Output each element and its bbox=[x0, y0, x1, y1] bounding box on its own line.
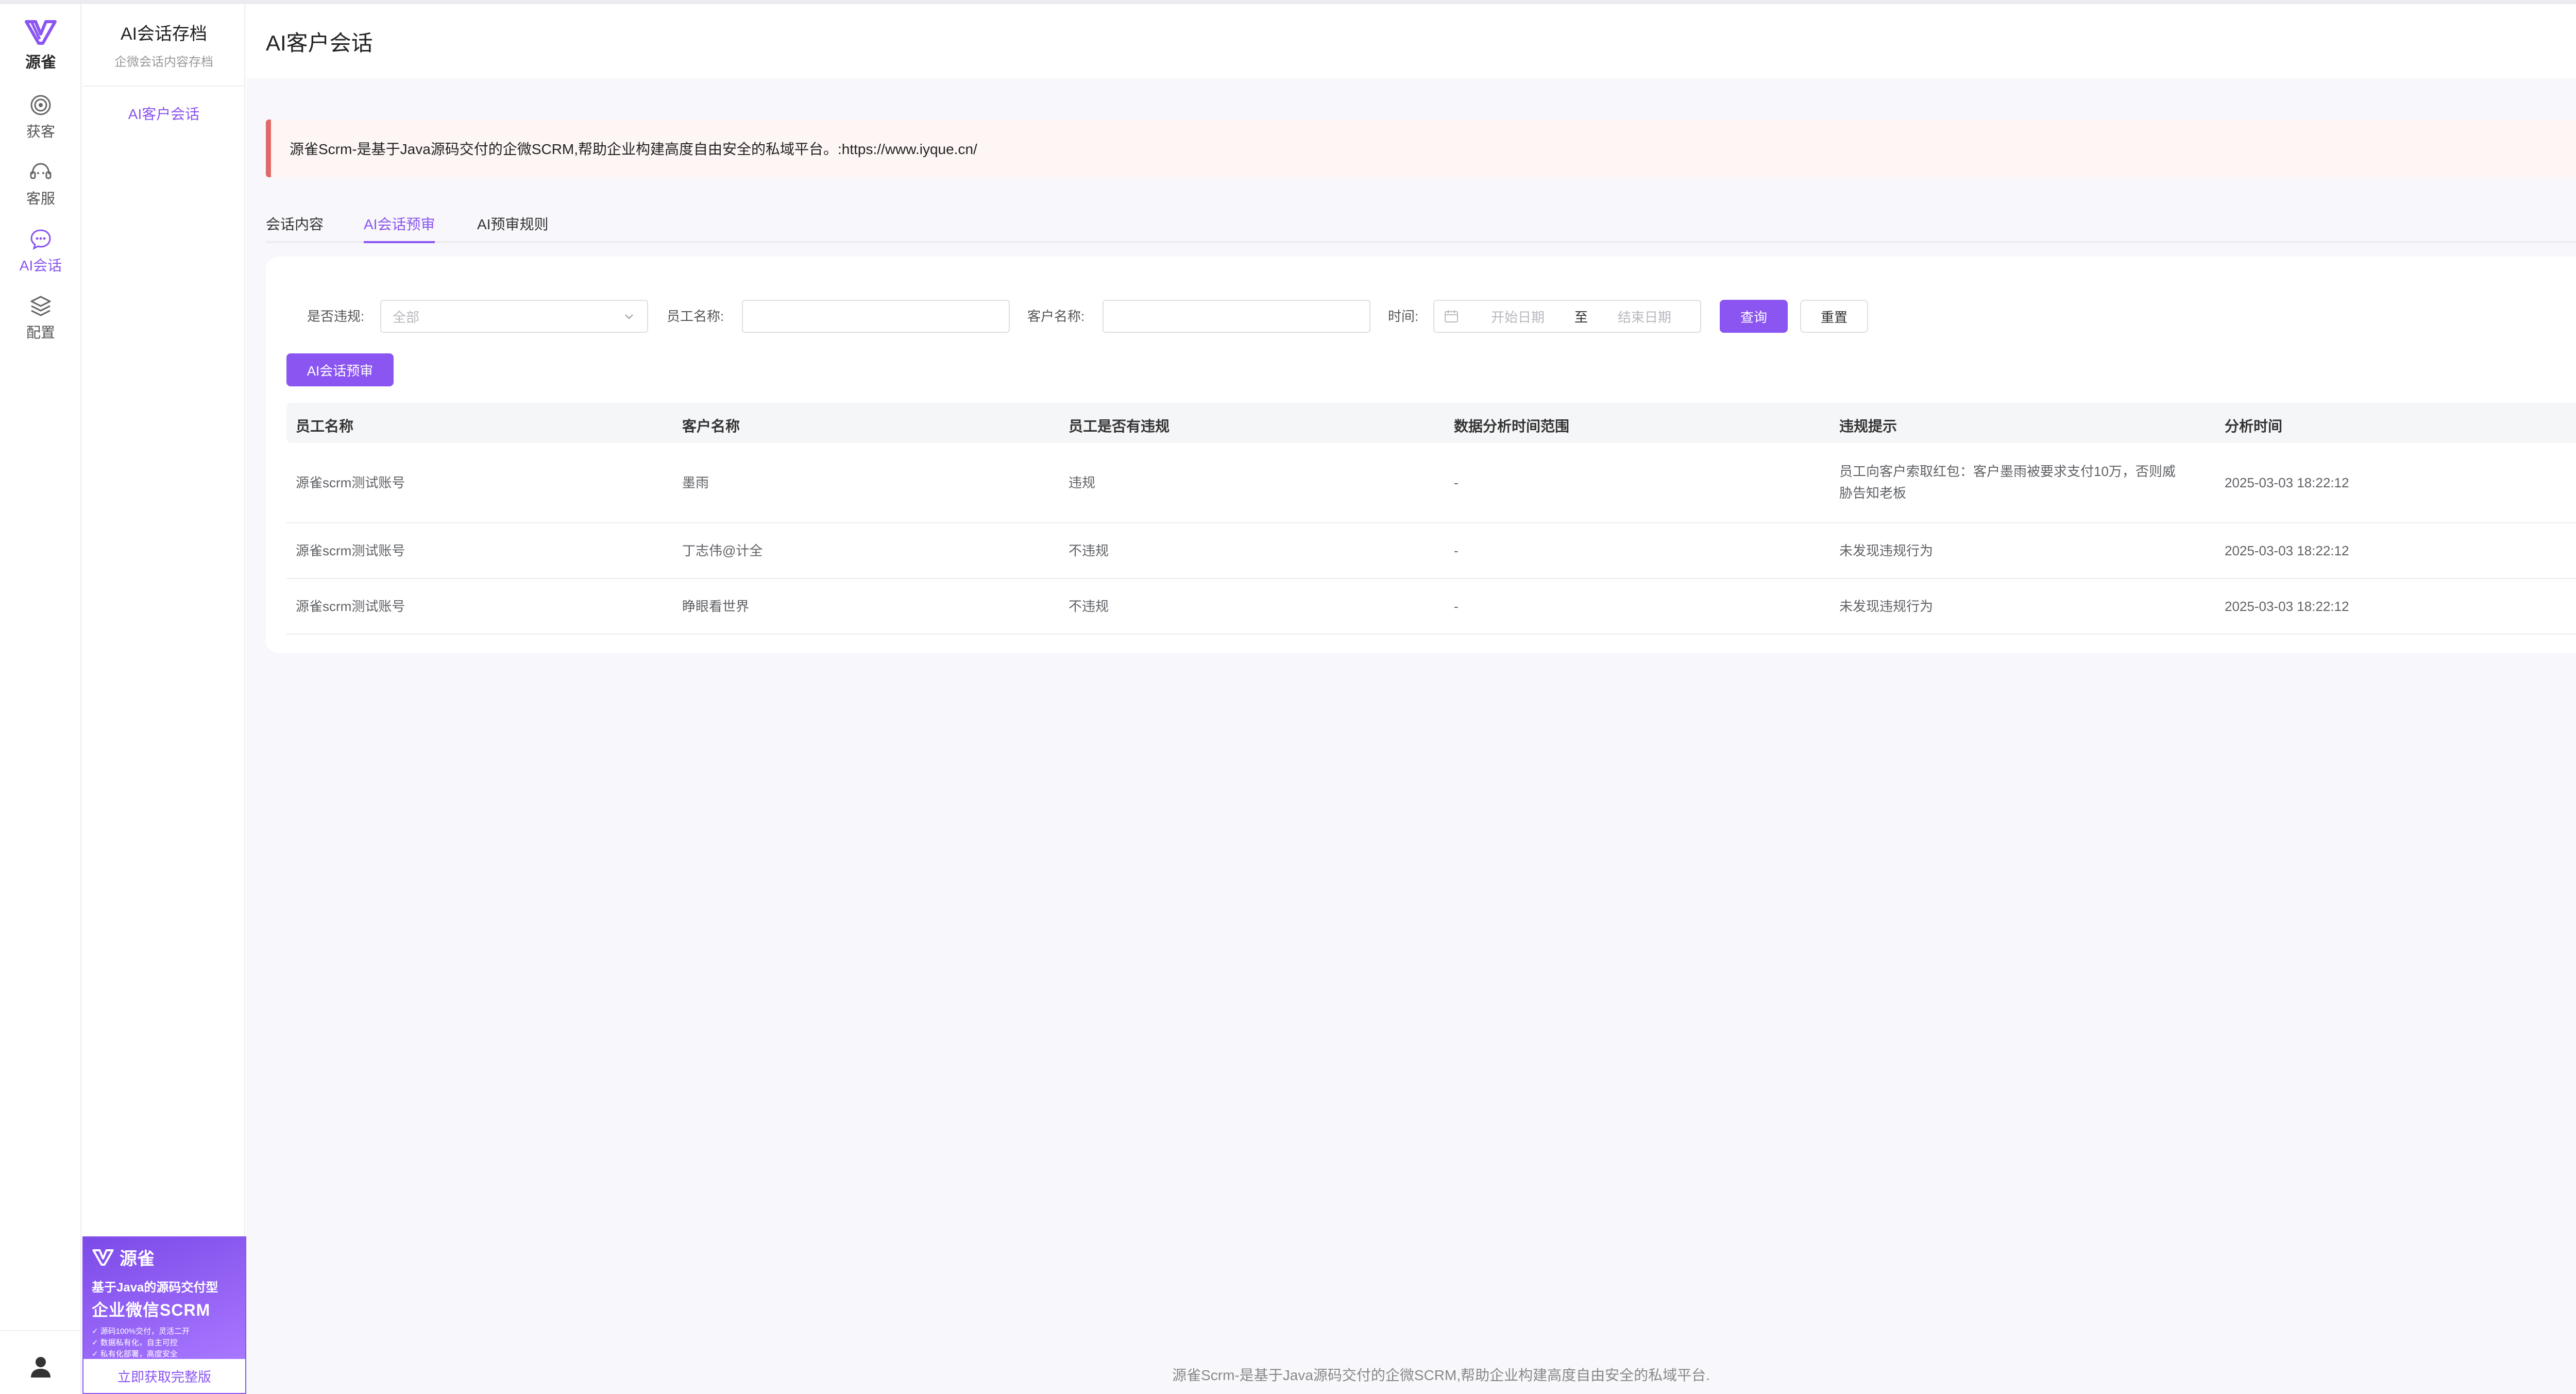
table-header: 员工名称 客户名称 员工是否有违规 数据分析时间范围 违规提示 分析时间 bbox=[286, 403, 2576, 443]
cell-employee: 源雀scrm测试账号 bbox=[296, 543, 405, 558]
cell-hint-line: 员工向客户索取红包：客户墨雨被要求支付10万，否则威 bbox=[1839, 464, 2176, 479]
date-range-picker[interactable]: 开始日期 至 结束日期 bbox=[1433, 300, 1701, 333]
icon-rail: 源雀 获客 客服 AI会话 配置 bbox=[0, 4, 81, 1394]
cell-range: - bbox=[1454, 475, 1459, 490]
notice-banner: 源雀Scrm-是基于Java源码交付的企微SCRM,帮助企业构建高度自由安全的私… bbox=[266, 120, 2576, 177]
column-header: 违规提示 bbox=[1839, 418, 1897, 434]
reset-button[interactable]: 重置 bbox=[1800, 300, 1868, 333]
cell-range: - bbox=[1454, 599, 1459, 614]
cell-customer: 丁志伟@计全 bbox=[682, 543, 763, 558]
start-date-input[interactable]: 开始日期 bbox=[1471, 307, 1564, 326]
cell-violation: 不违规 bbox=[1069, 599, 1109, 614]
calendar-icon bbox=[1445, 310, 1458, 322]
customer-name-input[interactable] bbox=[1103, 300, 1370, 333]
brand-logo-icon bbox=[92, 1249, 114, 1266]
page-title: AI客户会话 bbox=[266, 31, 373, 55]
cell-employee: 源雀scrm测试账号 bbox=[296, 475, 405, 490]
rail-item-ai-chat[interactable]: AI会话 bbox=[0, 227, 81, 283]
column-header: 分析时间 bbox=[2225, 418, 2283, 434]
column-header: 员工是否有违规 bbox=[1069, 418, 1170, 434]
rail-item-acquire[interactable]: 获客 bbox=[0, 93, 81, 149]
subnav-item-ai-customer-chat[interactable]: AI客户会话 bbox=[82, 103, 245, 124]
brand-logo-icon bbox=[25, 20, 57, 45]
end-date-input[interactable]: 结束日期 bbox=[1598, 307, 1691, 326]
target-icon bbox=[30, 95, 51, 115]
rail-divider bbox=[0, 1330, 81, 1331]
cell-customer: 墨雨 bbox=[682, 475, 709, 490]
brand-logo[interactable]: 源雀 bbox=[0, 19, 81, 72]
promo-banner: 源雀 基于Java的源码交付型 企业微信SCRM ✓ 源码100%交付，灵活二开… bbox=[83, 1237, 245, 1370]
promo-bullet: ✓ 源码100%交付，灵活二开 bbox=[92, 1327, 190, 1336]
page-footer: 源雀Scrm-是基于Java源码交付的企微SCRM,帮助企业构建高度自由安全的私… bbox=[1172, 1367, 1710, 1383]
cell-time: 2025-03-03 18:22:12 bbox=[2225, 475, 2349, 490]
ai-chat-review-button[interactable]: AI会话预审 bbox=[286, 353, 394, 386]
column-header: 员工名称 bbox=[296, 418, 354, 434]
table-row[interactable]: 源雀scrm测试账号 丁志伟@计全 不违规 - 未发现违规行为 2025-03-… bbox=[286, 523, 2576, 579]
chat-ai-icon bbox=[30, 229, 51, 250]
review-card: 是否违规: 全部 员工名称: 客户名称: 时间: 开始日期 至 结束日期 查询 … bbox=[266, 257, 2576, 653]
tab-bar: 会话内容 AI会话预审 AI预审规则 bbox=[266, 208, 2576, 243]
secondary-sidebar: AI会话存档 企微会话内容存档 AI客户会话 bbox=[82, 4, 245, 1394]
violation-filter-label: 是否违规: bbox=[307, 309, 365, 324]
cell-customer: 睁眼看世界 bbox=[682, 599, 750, 614]
promo-brand: 源雀 bbox=[120, 1249, 155, 1269]
cell-time: 2025-03-03 18:22:12 bbox=[2225, 599, 2349, 614]
date-range-separator: 至 bbox=[1574, 309, 1588, 325]
cell-hint-line: 胁告知老板 bbox=[1839, 485, 1907, 501]
table-row[interactable]: 源雀scrm测试账号 睁眼看世界 不违规 - 未发现违规行为 2025-03-0… bbox=[286, 579, 2576, 635]
subnav-subtitle: 企微会话内容存档 bbox=[114, 55, 213, 69]
rail-item-label: 客服 bbox=[26, 191, 55, 207]
app-root: 源雀 获客 客服 AI会话 配置 AI会话存档 企微会话内容存档 AI客户会话 … bbox=[0, 0, 2576, 1394]
promo-bullet: ✓ 私有化部署，高度安全 bbox=[92, 1350, 178, 1358]
window-top-border bbox=[0, 0, 2576, 4]
cell-hint: 未发现违规行为 bbox=[1839, 599, 1934, 614]
cell-violation: 不违规 bbox=[1069, 543, 1109, 558]
cell-time: 2025-03-03 18:22:12 bbox=[2225, 543, 2349, 558]
cell-hint: 未发现违规行为 bbox=[1839, 543, 1934, 558]
column-header: 数据分析时间范围 bbox=[1454, 418, 1570, 434]
employee-name-input[interactable] bbox=[742, 300, 1010, 333]
query-button[interactable]: 查询 bbox=[1720, 300, 1788, 333]
customer-filter-label: 客户名称: bbox=[1027, 309, 1085, 324]
tab-ai-chat-review[interactable]: AI会话预审 bbox=[364, 213, 435, 243]
headset-icon bbox=[30, 163, 52, 179]
promo-headline: 基于Java的源码交付型 bbox=[92, 1281, 218, 1295]
tab-ai-review-rules[interactable]: AI预审规则 bbox=[477, 213, 548, 241]
tab-chat-content[interactable]: 会话内容 bbox=[266, 213, 324, 241]
cell-range: - bbox=[1454, 543, 1459, 558]
time-filter-label: 时间: bbox=[1388, 309, 1419, 324]
chevron-down-icon bbox=[625, 314, 633, 319]
table-row[interactable]: 源雀scrm测试账号 墨雨 违规 - 员工向客户索取红包：客户墨雨被要求支付10… bbox=[286, 443, 2576, 523]
promo-logo: 源雀 bbox=[92, 1245, 237, 1270]
rail-item-label: 配置 bbox=[26, 325, 55, 341]
rail-item-config[interactable]: 配置 bbox=[0, 294, 81, 350]
user-avatar-icon[interactable] bbox=[28, 1354, 54, 1380]
promo-bullet: ✓ 数据私有化，自主可控 bbox=[92, 1338, 178, 1347]
brand-name: 源雀 bbox=[25, 54, 56, 71]
promo-product: 企业微信SCRM bbox=[92, 1301, 211, 1319]
subnav-title: AI会话存档 bbox=[120, 24, 208, 44]
page-header: AI客户会话 bbox=[246, 4, 2576, 78]
review-table: 员工名称 客户名称 员工是否有违规 数据分析时间范围 违规提示 分析时间 源雀s… bbox=[286, 403, 2576, 635]
violation-select[interactable]: 全部 bbox=[380, 300, 648, 333]
cell-employee: 源雀scrm测试账号 bbox=[296, 599, 405, 614]
column-header: 客户名称 bbox=[682, 418, 740, 434]
violation-select-value: 全部 bbox=[393, 309, 420, 325]
layers-icon bbox=[30, 296, 51, 316]
promo-card[interactable]: 源雀 基于Java的源码交付型 企业微信SCRM ✓ 源码100%交付，灵活二开… bbox=[82, 1236, 246, 1394]
employee-filter-label: 员工名称: bbox=[667, 309, 724, 324]
rail-item-service[interactable]: 客服 bbox=[0, 160, 81, 216]
main-content: AI客户会话 源雀Scrm-是基于Java源码交付的企微SCRM,帮助企业构建高… bbox=[246, 4, 2576, 1394]
rail-item-label: AI会话 bbox=[19, 258, 62, 274]
rail-item-label: 获客 bbox=[26, 124, 55, 140]
subnav-divider bbox=[82, 86, 245, 87]
cell-violation: 违规 bbox=[1069, 475, 1096, 490]
cell-hint: 员工向客户索取红包：客户墨雨被要求支付10万，否则威 胁告知老板 bbox=[1839, 461, 2176, 504]
